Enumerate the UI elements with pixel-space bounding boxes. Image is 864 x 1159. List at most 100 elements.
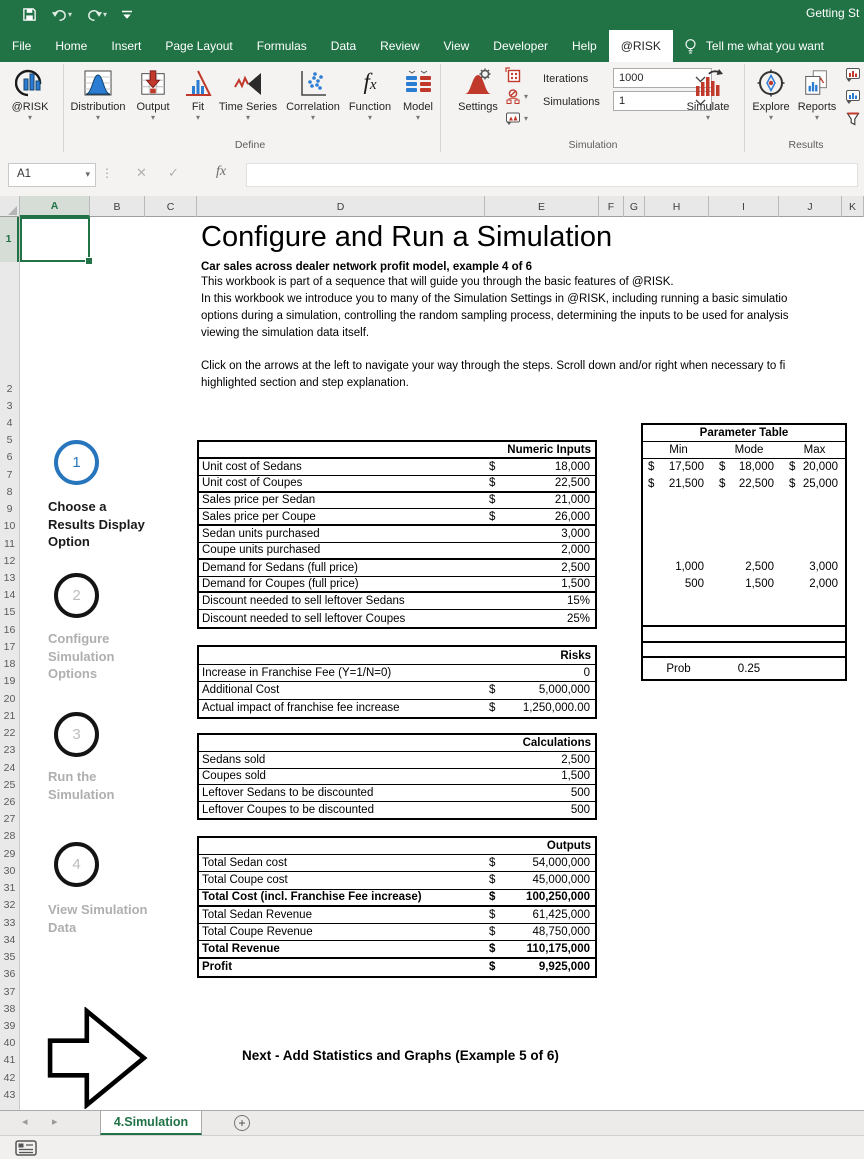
row-header-41[interactable]: 41 — [0, 1052, 19, 1069]
row-header-32[interactable]: 32 — [0, 897, 19, 914]
row-header-20[interactable]: 20 — [0, 691, 19, 708]
table-row[interactable]: Actual impact of franchise fee increase$… — [199, 700, 595, 717]
table-row[interactable]: Sedans sold2,500 — [199, 752, 595, 769]
row-header-33[interactable]: 33 — [0, 915, 19, 932]
row-header-36[interactable]: 36 — [0, 966, 19, 983]
row-header-29[interactable]: 29 — [0, 846, 19, 863]
row-header-1[interactable]: 1 — [0, 217, 19, 262]
next-sheet-icon[interactable]: ▸ — [52, 1115, 58, 1128]
circle-slash-icon[interactable]: ▾ — [505, 88, 522, 105]
column-header-K[interactable]: K — [842, 196, 864, 217]
table-row[interactable]: Increase in Franchise Fee (Y=1/N=0)0 — [199, 665, 595, 682]
menu-tab-developer[interactable]: Developer — [481, 30, 560, 62]
table-row[interactable]: Total Revenue$110,175,000 — [199, 941, 595, 958]
table-row[interactable]: Demand for Sedans (full price)2,500 — [199, 560, 595, 577]
step-circle-1[interactable]: 1 — [54, 440, 99, 485]
table-row[interactable]: Unit cost of Sedans$18,000 — [199, 459, 595, 476]
blue-callout-chart-icon[interactable] — [845, 88, 862, 105]
table-row[interactable]: Unit cost of Coupes$22,500 — [199, 476, 595, 493]
parameter-row[interactable]: $17,500$18,000$20,000 — [643, 459, 845, 476]
row-header-12[interactable]: 12 — [0, 553, 19, 570]
column-header-G[interactable]: G — [624, 196, 645, 217]
tell-me-box[interactable]: Tell me what you want — [683, 30, 824, 62]
row-header-9[interactable]: 9 — [0, 501, 19, 518]
row-header-19[interactable]: 19 — [0, 673, 19, 690]
row-header-5[interactable]: 5 — [0, 432, 19, 449]
row-header-35[interactable]: 35 — [0, 949, 19, 966]
row-header-24[interactable]: 24 — [0, 760, 19, 777]
row-header-39[interactable]: 39 — [0, 1018, 19, 1035]
enter-icon[interactable]: ✓ — [168, 165, 179, 181]
table-row[interactable]: Leftover Sedans to be discounted500 — [199, 785, 595, 802]
table-row[interactable]: Profit$9,925,000 — [199, 959, 595, 976]
row-header-43[interactable]: 43 — [0, 1087, 19, 1104]
row-header-13[interactable]: 13 — [0, 570, 19, 587]
undo-icon[interactable]: ▾ — [51, 8, 72, 22]
row-header-8[interactable]: 8 — [0, 484, 19, 501]
insert-function-icon[interactable]: fx — [216, 164, 226, 180]
row-header-17[interactable]: 17 — [0, 639, 19, 656]
formula-bar-handle[interactable]: ⋮ — [101, 166, 113, 180]
function-button[interactable]: fx Function ▾ — [342, 66, 398, 122]
time-series-button[interactable]: Time Series ▾ — [212, 66, 284, 122]
prob-row[interactable]: Prob0.25 — [641, 658, 847, 681]
column-header-B[interactable]: B — [90, 196, 145, 217]
next-arrow-shape[interactable] — [46, 1007, 148, 1109]
row-header-4[interactable]: 4 — [0, 415, 19, 432]
redo-icon[interactable]: ▾ — [86, 8, 107, 22]
column-header-F[interactable]: F — [599, 196, 624, 217]
row-header-14[interactable]: 14 — [0, 587, 19, 604]
row-header-34[interactable]: 34 — [0, 932, 19, 949]
table-row[interactable]: Sales price per Coupe$26,000 — [199, 509, 595, 526]
prev-sheet-icon[interactable]: ◂ — [22, 1115, 28, 1128]
row-header-38[interactable]: 38 — [0, 1001, 19, 1018]
row-header-40[interactable]: 40 — [0, 1035, 19, 1052]
distribution-button[interactable]: Distribution ▾ — [66, 66, 130, 122]
step-circle-4[interactable]: 4 — [54, 842, 99, 887]
row-header-28[interactable]: 28 — [0, 828, 19, 845]
table-row[interactable]: Discount needed to sell leftover Sedans1… — [199, 593, 595, 610]
table-row[interactable]: Demand for Coupes (full price)1,500 — [199, 577, 595, 594]
empty-row[interactable] — [641, 643, 847, 658]
table-row[interactable]: Coupe units purchased2,000 — [199, 543, 595, 560]
formula-input[interactable] — [246, 163, 858, 187]
select-all-corner[interactable] — [0, 196, 20, 217]
customize-quick-access-icon[interactable] — [121, 10, 133, 20]
table-row[interactable]: Total Cost (incl. Franchise Fee increase… — [199, 890, 595, 907]
simulate-button[interactable]: Simulate ▾ — [678, 66, 738, 122]
menu-tab-view[interactable]: View — [432, 30, 482, 62]
row-header-16[interactable]: 16 — [0, 622, 19, 639]
fit-button[interactable]: Fit ▾ — [180, 66, 216, 122]
menu-tab-page-layout[interactable]: Page Layout — [153, 30, 244, 62]
output-button[interactable]: Output ▾ — [130, 66, 176, 122]
explore-button[interactable]: Explore ▾ — [747, 66, 795, 122]
step-circle-2[interactable]: 2 — [54, 573, 99, 618]
parameter-row[interactable]: 1,0002,5003,000 — [643, 559, 845, 576]
dice-grid-icon[interactable] — [505, 66, 522, 83]
column-header-C[interactable]: C — [145, 196, 197, 217]
table-row[interactable]: Leftover Coupes to be discounted500 — [199, 802, 595, 819]
row-header-30[interactable]: 30 — [0, 863, 19, 880]
save-icon[interactable] — [22, 7, 37, 22]
sheet-tab-4-simulation[interactable]: 4.Simulation — [100, 1111, 202, 1135]
menu-tab-data[interactable]: Data — [319, 30, 368, 62]
empty-row[interactable] — [641, 627, 847, 643]
row-header-3[interactable]: 3 — [0, 398, 19, 415]
column-header-I[interactable]: I — [709, 196, 779, 217]
menu-tab--risk[interactable]: @RISK — [609, 30, 673, 62]
row-header-42[interactable]: 42 — [0, 1070, 19, 1087]
table-row[interactable]: Additional Cost$5,000,000 — [199, 682, 595, 699]
row-header-18[interactable]: 18 — [0, 656, 19, 673]
step-circle-3[interactable]: 3 — [54, 712, 99, 757]
name-box[interactable]: A1 ▾ — [8, 163, 96, 187]
row-header-10[interactable]: 10 — [0, 518, 19, 535]
table-row[interactable]: Discount needed to sell leftover Coupes2… — [199, 610, 595, 627]
row-header-7[interactable]: 7 — [0, 467, 19, 484]
column-header-A[interactable]: A — [20, 196, 90, 217]
row-header-21[interactable]: 21 — [0, 708, 19, 725]
column-header-J[interactable]: J — [779, 196, 842, 217]
row-header-2[interactable]: 2 — [0, 381, 19, 398]
graph-callout-icon[interactable]: ▾ — [505, 110, 522, 127]
menu-tab-insert[interactable]: Insert — [99, 30, 153, 62]
table-row[interactable]: Total Coupe Revenue$48,750,000 — [199, 924, 595, 941]
